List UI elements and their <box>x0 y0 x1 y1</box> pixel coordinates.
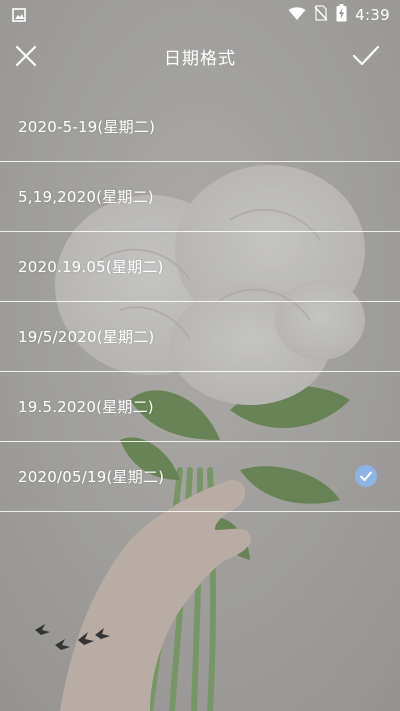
format-option[interactable]: 19.5.2020(星期二) <box>0 372 400 442</box>
check-icon <box>352 45 380 66</box>
format-option[interactable]: 5,19,2020(星期二) <box>0 162 400 232</box>
format-label: 2020.19.05(星期二) <box>18 258 164 276</box>
format-option[interactable]: 2020.19.05(星期二) <box>0 232 400 302</box>
format-label: 2020-5-19(星期二) <box>18 118 156 136</box>
date-format-list: 2020-5-19(星期二) 5,19,2020(星期二) 2020.19.05… <box>0 92 400 512</box>
format-option-selected[interactable]: 2020/05/19(星期二) <box>0 442 400 512</box>
format-option[interactable]: 19/5/2020(星期二) <box>0 302 400 372</box>
no-sim-icon <box>314 5 328 25</box>
format-label: 19/5/2020(星期二) <box>18 328 155 346</box>
confirm-button[interactable] <box>350 40 382 72</box>
format-label: 5,19,2020(星期二) <box>18 188 154 206</box>
clock: 4:39 <box>355 6 390 24</box>
status-bar: 4:39 <box>0 0 400 30</box>
format-option[interactable]: 2020-5-19(星期二) <box>0 92 400 162</box>
battery-charging-icon <box>336 4 347 26</box>
format-label: 19.5.2020(星期二) <box>18 398 154 416</box>
status-icons: 4:39 <box>288 4 390 26</box>
selected-check-icon <box>355 465 377 487</box>
wifi-icon <box>288 6 306 25</box>
page-title: 日期格式 <box>164 49 236 69</box>
format-label: 2020/05/19(星期二) <box>18 468 165 486</box>
toolbar: 日期格式 <box>0 30 400 82</box>
image-icon <box>12 7 26 26</box>
date-format-screen: 4:39 日期格式 2020-5-19(星期二) 5,19,2020(星期二) … <box>0 0 400 711</box>
